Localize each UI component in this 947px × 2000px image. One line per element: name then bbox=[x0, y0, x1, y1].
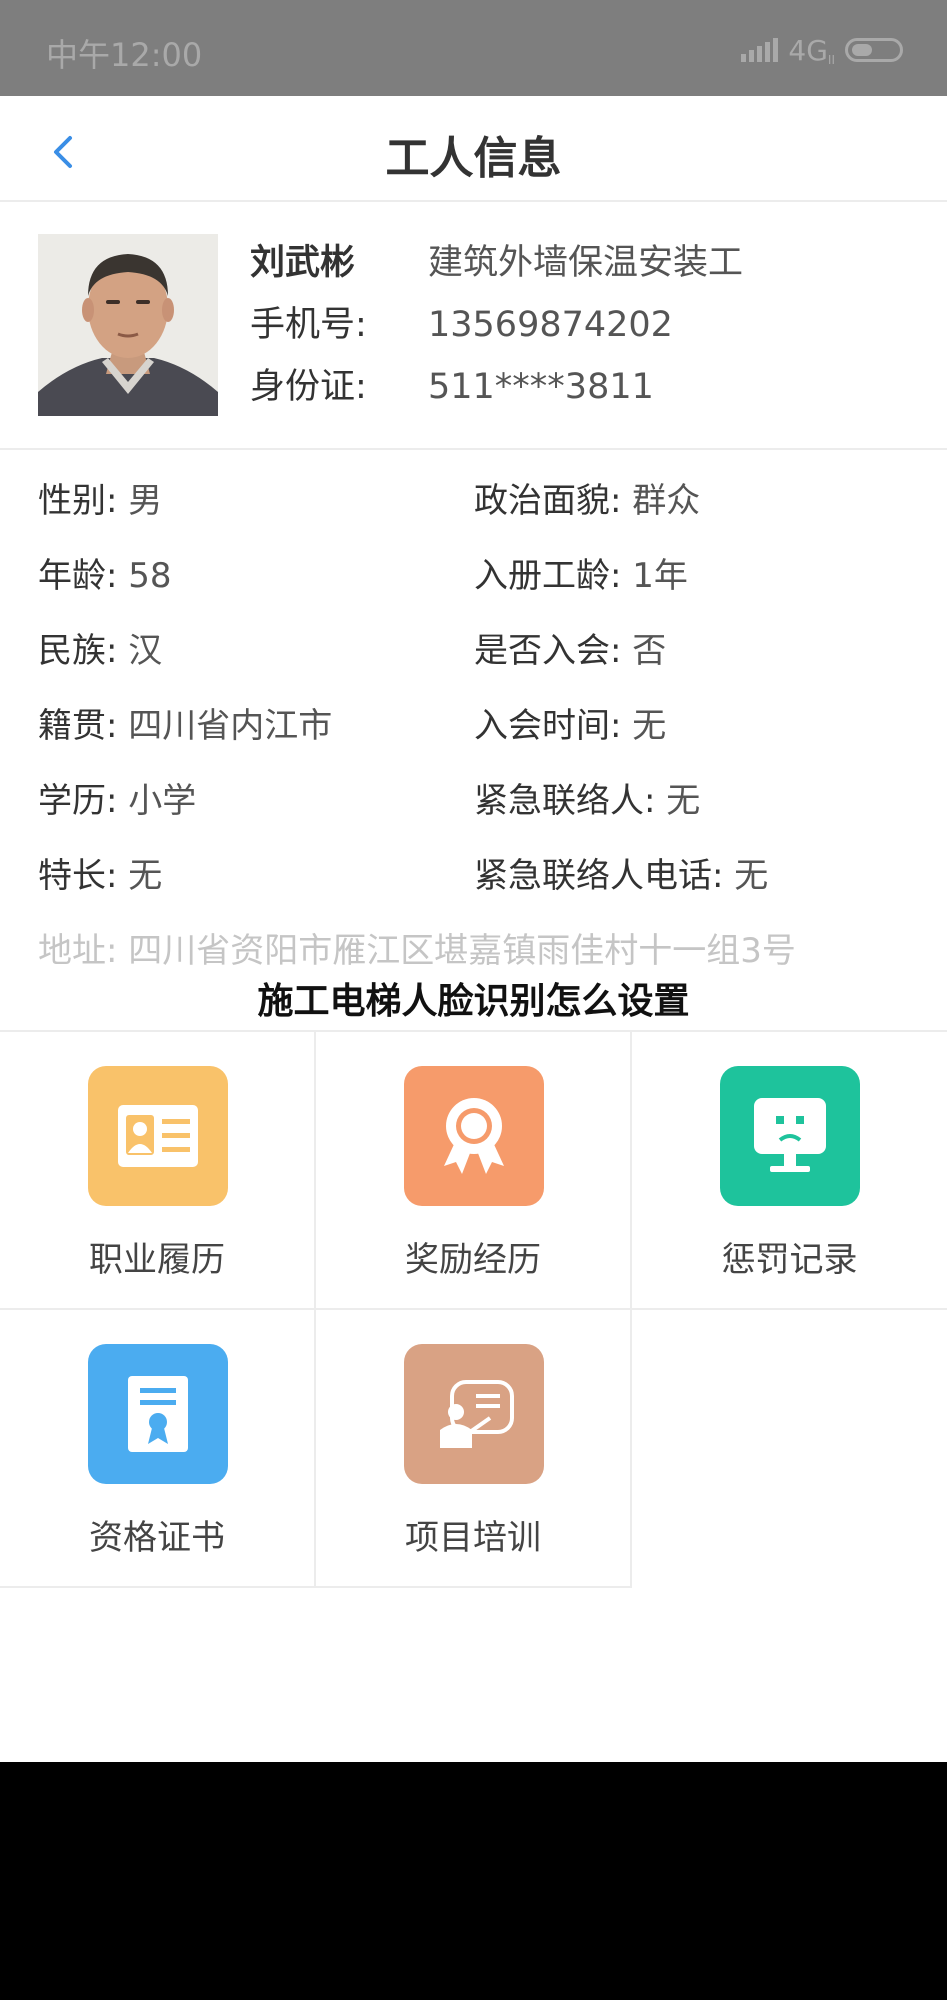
menu-penalty-record[interactable]: 惩罚记录 bbox=[632, 1032, 947, 1310]
phone-value[interactable]: 13569874202 bbox=[428, 305, 673, 345]
worker-details: 性别: 男 年龄: 58 民族: 汉 籍贯: 四川省内江市 学历: 小学 特长:… bbox=[0, 452, 947, 1030]
avatar bbox=[38, 234, 218, 416]
menu-label: 项目培训 bbox=[405, 1518, 541, 1558]
worker-profile: 刘武彬 建筑外墙保温安装工 手机号: 13569874202 身份证: 511****… bbox=[0, 202, 947, 450]
detail-ethnicity: 民族: 汉 bbox=[38, 631, 163, 671]
detail-hometown: 籍贯: 四川省内江市 bbox=[38, 706, 333, 746]
training-icon bbox=[404, 1344, 544, 1484]
profile-id-row: 身份证: 511****3811 bbox=[250, 362, 654, 412]
certificate-icon bbox=[88, 1344, 228, 1484]
id-label: 身份证: bbox=[250, 367, 367, 407]
menu-label: 惩罚记录 bbox=[721, 1240, 858, 1280]
menu-label: 资格证书 bbox=[89, 1518, 225, 1558]
menu-award-history[interactable]: 奖励经历 bbox=[316, 1032, 632, 1310]
detail-union-date: 入会时间: 无 bbox=[474, 706, 667, 746]
menu-label: 奖励经历 bbox=[405, 1240, 541, 1280]
detail-specialty: 特长: 无 bbox=[38, 856, 163, 896]
page-title: 工人信息 bbox=[385, 133, 562, 184]
menu-career-history[interactable]: 职业履历 bbox=[0, 1032, 316, 1310]
worker-name: 刘武彬 bbox=[250, 243, 356, 283]
detail-emergency-phone: 紧急联络人电话: 无 bbox=[474, 856, 769, 896]
id-card-icon bbox=[88, 1066, 228, 1206]
detail-political-status: 政治面貌: 群众 bbox=[474, 481, 701, 521]
battery-icon bbox=[845, 38, 903, 62]
detail-address: 地址: 四川省资阳市雁江区堪嘉镇雨佳村十一组3号 bbox=[38, 931, 796, 971]
menu-label: 职业履历 bbox=[89, 1240, 225, 1280]
status-bar: 中午12:00 4GII bbox=[0, 0, 947, 96]
id-value: 511****3811 bbox=[428, 367, 654, 407]
worker-job: 建筑外墙保温安装工 bbox=[428, 243, 744, 283]
profile-phone-row: 手机号: 13569874202 bbox=[250, 300, 673, 350]
phone-label: 手机号: bbox=[250, 305, 367, 345]
profile-name-row: 刘武彬 建筑外墙保温安装工 bbox=[250, 238, 743, 288]
overlay-caption: 施工电梯人脸识别怎么设置 bbox=[257, 981, 690, 1022]
menu-certificates[interactable]: 资格证书 bbox=[0, 1310, 316, 1588]
monitor-icon bbox=[720, 1066, 860, 1206]
bottom-black-area bbox=[0, 1762, 947, 2000]
detail-emergency-contact: 紧急联络人: 无 bbox=[474, 781, 701, 821]
detail-education: 学历: 小学 bbox=[38, 781, 197, 821]
detail-work-years: 入册工龄: 1年 bbox=[474, 556, 688, 596]
menu-project-training[interactable]: 项目培训 bbox=[316, 1310, 632, 1588]
detail-gender: 性别: 男 bbox=[38, 481, 163, 521]
signal-icon bbox=[741, 38, 779, 62]
award-icon bbox=[404, 1066, 544, 1206]
app-screen: 中午12:00 4GII 工人信息 刘武彬 建筑外墙保温安装工 手机号: 135… bbox=[0, 0, 947, 1762]
function-grid: 职业履历 奖励经历 惩罚记录 资格证书 项目培训 bbox=[0, 1030, 947, 1588]
network-label: 4GII bbox=[788, 33, 835, 67]
detail-age: 年龄: 58 bbox=[38, 556, 172, 596]
detail-union-member: 是否入会: 否 bbox=[474, 631, 667, 671]
nav-bar: 工人信息 bbox=[0, 96, 947, 202]
status-time: 中午12:00 bbox=[46, 36, 203, 74]
status-indicators: 4GII bbox=[741, 33, 903, 67]
